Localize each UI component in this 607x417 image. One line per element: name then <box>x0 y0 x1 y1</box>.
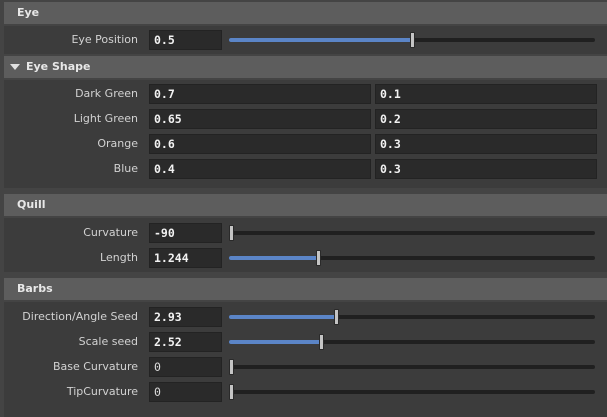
scale-seed-slider-fill <box>229 340 319 344</box>
base-curvature-slider-handle[interactable] <box>229 359 234 375</box>
section-title-barbs: Barbs <box>17 282 53 295</box>
section-header-quill[interactable]: Quill <box>4 194 607 216</box>
eye-shape-row-label: Orange <box>97 137 138 150</box>
eye-shape-value-a[interactable]: 0.6 <box>149 134 371 154</box>
tip-curvature-slider-handle[interactable] <box>229 384 234 400</box>
section-header-eye-shape[interactable]: Eye Shape <box>4 56 607 78</box>
length-slider-fill <box>229 256 316 260</box>
section-title-eye: Eye <box>17 6 40 19</box>
eye-position-field[interactable]: 0.5 <box>149 30 222 50</box>
length-slider[interactable] <box>229 250 595 266</box>
eye-panel: Eye Position 0.5 <box>4 26 607 54</box>
eye-position-slider-fill <box>229 38 410 42</box>
direction-angle-seed-slider-fill <box>229 315 334 319</box>
section-title-quill: Quill <box>17 198 46 211</box>
curvature-field[interactable]: -90 <box>149 223 222 243</box>
barbs-panel: Direction/Angle Seed 2.93 Scale seed 2.5… <box>4 302 607 417</box>
tip-curvature-row: TipCurvature 0 <box>4 381 607 403</box>
eye-shape-row-label: Light Green <box>73 112 138 125</box>
curvature-slider-handle[interactable] <box>229 225 234 241</box>
section-title-eye-shape: Eye Shape <box>26 60 91 73</box>
scale-seed-slider[interactable] <box>229 334 595 350</box>
direction-angle-seed-slider-handle[interactable] <box>334 309 339 325</box>
tip-curvature-field[interactable]: 0 <box>149 382 222 402</box>
eye-shape-row: Orange 0.6 0.3 <box>4 133 607 155</box>
curvature-slider[interactable] <box>229 225 595 241</box>
quill-panel: Curvature -90 Length 1.244 <box>4 218 607 272</box>
tip-curvature-slider[interactable] <box>229 384 595 400</box>
eye-shape-row: Blue 0.4 0.3 <box>4 158 607 180</box>
eye-shape-row: Light Green 0.65 0.2 <box>4 108 607 130</box>
length-label: Length <box>100 251 138 264</box>
eye-shape-value-a[interactable]: 0.7 <box>149 84 371 104</box>
eye-shape-panel: Dark Green 0.7 0.1 Light Green 0.65 0.2 … <box>4 80 607 188</box>
direction-angle-seed-label: Direction/Angle Seed <box>22 310 138 323</box>
base-curvature-label: Base Curvature <box>52 360 138 373</box>
eye-shape-row: Dark Green 0.7 0.1 <box>4 83 607 105</box>
eye-position-slider[interactable] <box>229 32 595 48</box>
length-slider-handle[interactable] <box>316 250 321 266</box>
section-header-barbs[interactable]: Barbs <box>4 278 607 300</box>
eye-position-slider-handle[interactable] <box>410 32 415 48</box>
direction-angle-seed-slider[interactable] <box>229 309 595 325</box>
length-field[interactable]: 1.244 <box>149 248 222 268</box>
base-curvature-field[interactable]: 0 <box>149 357 222 377</box>
eye-shape-value-b[interactable]: 0.1 <box>375 84 597 104</box>
section-header-eye[interactable]: Eye <box>4 2 607 24</box>
scale-seed-slider-handle[interactable] <box>319 334 324 350</box>
base-curvature-slider[interactable] <box>229 359 595 375</box>
eye-shape-value-b[interactable]: 0.3 <box>375 159 597 179</box>
curvature-row: Curvature -90 <box>4 222 607 244</box>
scale-seed-field[interactable]: 2.52 <box>149 332 222 352</box>
tip-curvature-label: TipCurvature <box>66 385 138 398</box>
direction-angle-seed-field[interactable]: 2.93 <box>149 307 222 327</box>
eye-position-row: Eye Position 0.5 <box>4 29 607 51</box>
base-curvature-row: Base Curvature 0 <box>4 356 607 378</box>
eye-shape-row-label: Blue <box>113 162 138 175</box>
eye-shape-value-a[interactable]: 0.4 <box>149 159 371 179</box>
direction-angle-seed-row: Direction/Angle Seed 2.93 <box>4 306 607 328</box>
curvature-label: Curvature <box>83 226 138 239</box>
eye-shape-row-label: Dark Green <box>75 87 138 100</box>
eye-shape-value-b[interactable]: 0.3 <box>375 134 597 154</box>
scale-seed-row: Scale seed 2.52 <box>4 331 607 353</box>
length-row: Length 1.244 <box>4 247 607 269</box>
eye-shape-value-b[interactable]: 0.2 <box>375 109 597 129</box>
eye-shape-value-a[interactable]: 0.65 <box>149 109 371 129</box>
eye-position-label: Eye Position <box>71 33 138 46</box>
scale-seed-label: Scale seed <box>78 335 138 348</box>
collapse-triangle-icon[interactable] <box>10 64 20 70</box>
